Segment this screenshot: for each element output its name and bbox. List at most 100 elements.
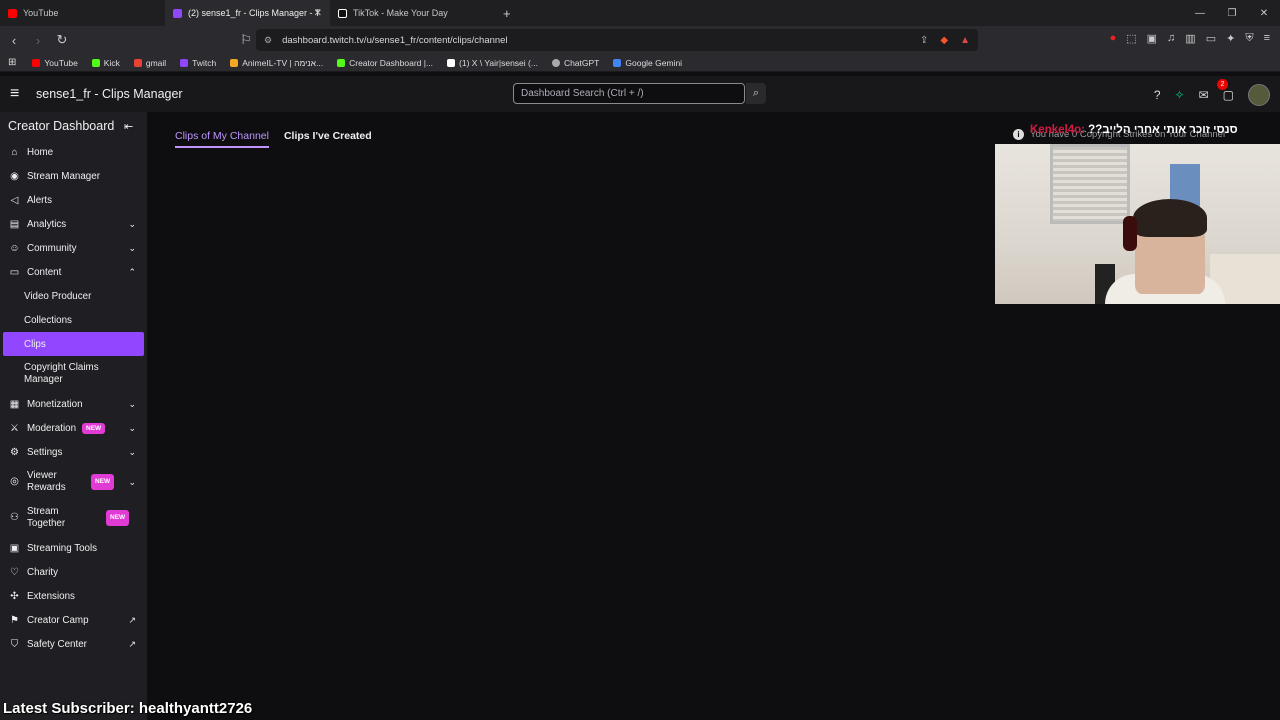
sidebar-item-monetization[interactable]: ▦ Monetization ⌄: [0, 392, 147, 416]
home-icon: ⌂: [11, 146, 18, 158]
avatar[interactable]: [1248, 84, 1270, 106]
hamburger-menu-icon[interactable]: ≡: [10, 85, 28, 103]
sidebar-item-charity[interactable]: ♡ Charity: [0, 560, 147, 584]
minimize-icon[interactable]: —: [1184, 8, 1216, 19]
headset: [1123, 216, 1137, 251]
creator-dashboard-sidebar: Creator Dashboard ⇤ ⌂ Home ◉ Stream Manage…: [0, 112, 147, 720]
tab-clips-ive-created[interactable]: Clips I've Created: [284, 130, 372, 148]
shield-icon: ⛉: [10, 638, 19, 650]
brave-rewards-icon[interactable]: ▲: [960, 35, 970, 46]
back-icon[interactable]: ‹: [4, 33, 24, 48]
bookmark-icon[interactable]: ⚐: [236, 32, 256, 48]
sidebar-item-label: Moderation: [27, 422, 77, 434]
sidebar-item-label: Safety Center: [27, 638, 87, 650]
sidebar-item-stream-manager[interactable]: ◉ Stream Manager: [0, 164, 147, 188]
youtube-icon: [32, 58, 41, 67]
apps-grid-icon[interactable]: ⊞: [8, 57, 16, 68]
browser-tab-youtube[interactable]: YouTube: [0, 0, 165, 26]
gmail-icon: [133, 58, 142, 67]
bookmark-youtube[interactable]: YouTube: [32, 58, 78, 68]
twitch-icon: [180, 58, 189, 67]
restore-icon[interactable]: ❐: [1216, 8, 1248, 19]
search-button[interactable]: ⌕: [746, 83, 766, 104]
brave-shield-icon[interactable]: ◆: [940, 35, 948, 46]
sidebar-item-settings[interactable]: ⚙ Settings ⌄: [0, 440, 147, 464]
sidebar-item-label: Monetization: [27, 398, 83, 410]
browser-tab-bar: YouTube (2) sense1_fr - Clips Manager - …: [0, 0, 1280, 26]
bookmark-label: (1) X \ Yair|sensei (...: [459, 57, 538, 68]
bookmark-twitch[interactable]: Twitch: [180, 58, 216, 68]
inbox-icon[interactable]: ✉: [1199, 88, 1209, 102]
sidebar-item-home[interactable]: ⌂ Home: [0, 140, 147, 164]
help-icon[interactable]: ?: [1154, 88, 1161, 102]
sidebar-item-extensions[interactable]: ✣ Extensions: [0, 584, 147, 608]
sidebar-item-viewer-rewards[interactable]: ◎ Viewer Rewards NEW ⌄: [0, 464, 147, 500]
music-icon[interactable]: ♫: [1167, 32, 1175, 45]
url-field[interactable]: ⚙ dashboard.twitch.tv/u/sense1_fr/conten…: [256, 29, 978, 51]
leo-ai-icon[interactable]: ✦: [1226, 32, 1235, 45]
bookmark-chatgpt[interactable]: ChatGPT: [551, 58, 599, 68]
screenshot-icon[interactable]: ▣: [1147, 32, 1157, 45]
sidebar-item-stream-together[interactable]: ⚇ Stream Together NEW: [0, 500, 147, 536]
bookmark-kick[interactable]: Kick: [91, 58, 120, 68]
sidebar-item-collections[interactable]: Collections: [0, 308, 147, 332]
close-window-icon[interactable]: ✕: [1248, 8, 1280, 19]
gemini-icon: [613, 58, 622, 67]
sidebar-item-content[interactable]: ▭ Content ⌃: [0, 260, 147, 284]
share-icon[interactable]: ⇪: [920, 35, 928, 46]
whispers-icon[interactable]: ▢: [1223, 88, 1234, 102]
window-controls: — ❐ ✕: [1184, 0, 1280, 26]
twitch-icon: [173, 8, 182, 18]
youtube-icon: [8, 8, 17, 18]
extensions-area: ● ⬚ ▣ ♫ ▥ ▭ ✦ ⛨ ≡: [1110, 32, 1270, 45]
window-shutter: [1050, 144, 1130, 224]
sidebar-item-label: Settings: [27, 446, 63, 458]
sidebar-item-label: Analytics: [27, 218, 67, 230]
menu-icon[interactable]: ≡: [1264, 32, 1270, 45]
sidebar-item-moderation[interactable]: ⚔ Moderation NEW ⌄: [0, 416, 147, 440]
browser-tab-clips-manager[interactable]: (2) sense1_fr - Clips Manager - T ✕: [165, 0, 330, 26]
sidebar-item-creator-camp[interactable]: ⚑ Creator Camp ↗: [0, 608, 147, 632]
sidebar-item-analytics[interactable]: ▤ Analytics ⌄: [0, 212, 147, 236]
browser-tab-tiktok[interactable]: TikTok - Make Your Day: [330, 0, 495, 26]
sidebar-item-video-producer[interactable]: Video Producer: [0, 284, 147, 308]
sidebar-item-label: Viewer Rewards: [27, 469, 66, 494]
bookmark-animeil[interactable]: AnimeIL-TV | אנימה...: [230, 58, 323, 68]
new-tab-button[interactable]: +: [503, 6, 511, 21]
kick-icon: [91, 58, 100, 67]
sword-icon: ⚔: [10, 422, 19, 434]
sidebar-item-label: Creator Camp: [27, 614, 89, 626]
people-icon: ☺: [9, 242, 20, 254]
bookmark-gmail[interactable]: gmail: [133, 58, 166, 68]
sidebar-item-clips[interactable]: Clips: [3, 332, 144, 356]
tab-clips-of-my-channel[interactable]: Clips of My Channel: [175, 130, 269, 148]
sidebar-toggle-icon[interactable]: ▥: [1185, 32, 1195, 45]
puzzle-extension-icon[interactable]: ⬚: [1126, 32, 1136, 45]
sidebar-item-streaming-tools[interactable]: ▣ Streaming Tools: [0, 536, 147, 560]
vpn-icon[interactable]: ⛨: [1245, 32, 1253, 45]
puzzle-icon: ✣: [10, 590, 19, 602]
prime-loot-icon[interactable]: ✧: [1175, 88, 1185, 102]
sidebar-item-safety-center[interactable]: ⛉ Safety Center ↗: [0, 632, 147, 656]
bookmark-label: Google Gemini: [625, 57, 683, 68]
bookmark-creator-dashboard[interactable]: Creator Dashboard |...: [337, 58, 433, 68]
bookmark-x[interactable]: (1) X \ Yair|sensei (...: [447, 58, 538, 68]
wallet-icon[interactable]: ▭: [1206, 32, 1216, 45]
sidebar-item-label: Streaming Tools: [27, 542, 98, 554]
chevron-down-icon: ⌄: [128, 218, 136, 229]
site-info-icon[interactable]: ⚙: [264, 35, 272, 46]
new-badge: NEW: [82, 422, 106, 434]
search-placeholder: Dashboard Search (Ctrl + /): [521, 88, 644, 99]
tab-title: YouTube: [23, 8, 59, 18]
bookmark-gemini[interactable]: Google Gemini: [613, 58, 682, 68]
sidebar-item-community[interactable]: ☺ Community ⌄: [0, 236, 147, 260]
reload-icon[interactable]: ↻: [52, 32, 72, 48]
dashboard-search-input[interactable]: Dashboard Search (Ctrl + /): [513, 83, 745, 104]
sidebar-item-alerts[interactable]: ◁ Alerts: [0, 188, 147, 212]
record-extension-icon[interactable]: ●: [1110, 32, 1117, 45]
collapse-sidebar-icon[interactable]: ⇤: [124, 120, 133, 133]
sidebar-item-copyright-claims-manager[interactable]: Copyright Claims Manager: [0, 356, 147, 392]
close-tab-icon[interactable]: ✕: [314, 8, 322, 19]
chevron-down-icon: ⌄: [128, 422, 136, 433]
forward-icon[interactable]: ›: [28, 33, 48, 48]
